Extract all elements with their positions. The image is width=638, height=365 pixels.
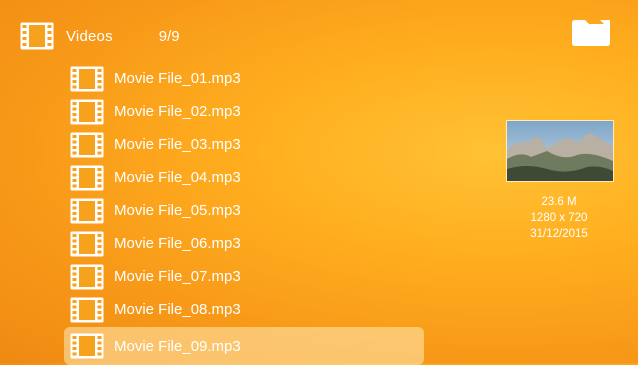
- film-strip-icon: [70, 66, 104, 92]
- file-list-item[interactable]: Movie File_06.mp3: [64, 227, 424, 260]
- file-name: Movie File_02.mp3: [114, 103, 241, 120]
- film-strip-icon: [70, 231, 104, 257]
- file-details: 23.6 M 1280 x 720 31/12/2015: [486, 194, 632, 242]
- file-name: Movie File_08.mp3: [114, 301, 241, 318]
- file-list-item[interactable]: Movie File_02.mp3: [64, 95, 424, 128]
- file-name: Movie File_04.mp3: [114, 169, 241, 186]
- film-strip-icon: [70, 132, 104, 158]
- file-name: Movie File_03.mp3: [114, 136, 241, 153]
- preview-thumbnail: [506, 120, 614, 182]
- film-strip-icon: [70, 165, 104, 191]
- file-name: Movie File_01.mp3: [114, 70, 241, 87]
- file-count: 9/9: [158, 27, 180, 45]
- film-strip-icon: [70, 297, 104, 323]
- file-list-item[interactable]: Movie File_01.mp3: [64, 62, 424, 95]
- file-name: Movie File_05.mp3: [114, 202, 241, 219]
- file-list-item[interactable]: Movie File_04.mp3: [64, 161, 424, 194]
- film-strip-icon: [70, 198, 104, 224]
- file-list-item[interactable]: Movie File_08.mp3: [64, 293, 424, 326]
- film-strip-icon: [20, 22, 54, 50]
- page-title: Videos: [66, 27, 113, 45]
- film-strip-icon: [70, 99, 104, 125]
- file-list-item[interactable]: Movie File_09.mp3: [64, 327, 424, 365]
- file-name: Movie File_07.mp3: [114, 268, 241, 285]
- file-size: 23.6 M: [541, 196, 577, 208]
- film-strip-icon: [70, 333, 104, 359]
- file-resolution: 1280 x 720: [530, 212, 588, 224]
- file-name: Movie File_06.mp3: [114, 235, 241, 252]
- file-list-item[interactable]: Movie File_07.mp3: [64, 260, 424, 293]
- file-name: Movie File_09.mp3: [114, 337, 241, 355]
- header: Videos 9/9: [20, 20, 180, 52]
- file-date: 31/12/2015: [530, 228, 588, 240]
- file-list-item[interactable]: Movie File_05.mp3: [64, 194, 424, 227]
- folder-icon[interactable]: [570, 17, 612, 47]
- file-list-item[interactable]: Movie File_03.mp3: [64, 128, 424, 161]
- file-list: Movie File_01.mp3 Movie File_02.mp3 Movie …: [64, 62, 424, 365]
- film-strip-icon: [70, 264, 104, 290]
